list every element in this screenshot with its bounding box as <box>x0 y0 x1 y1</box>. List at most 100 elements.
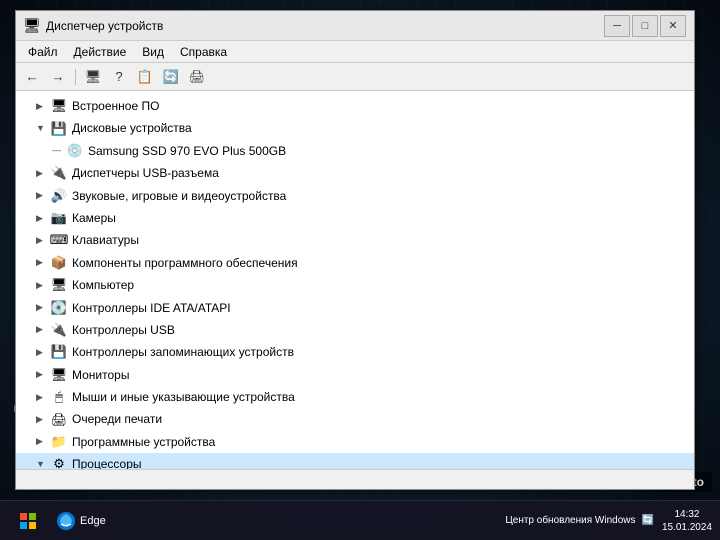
toolbar: ← → 🖥 ? 📋 🔄 🖨 <box>16 63 694 91</box>
clock-display: 14:32 15.01.2024 <box>662 508 712 534</box>
arrow-soft-devices: ▶ <box>36 434 50 449</box>
icon-soft-devices: 📁 <box>50 434 68 450</box>
menu-view[interactable]: Вид <box>134 43 172 61</box>
tree-item-computer[interactable]: ▶ 🖥 Компьютер <box>16 274 694 296</box>
tree-item-ssd[interactable]: — 💿 Samsung SSD 970 EVO Plus 500GB <box>16 140 694 162</box>
start-button[interactable] <box>8 504 48 538</box>
back-button[interactable]: ← <box>20 66 44 88</box>
toolbar-separator-1 <box>75 69 76 85</box>
menu-help[interactable]: Справка <box>172 43 235 61</box>
taskbar-edge[interactable]: Edge <box>48 504 114 538</box>
arrow-mice: ▶ <box>36 390 50 405</box>
menu-bar: Файл Действие Вид Справка <box>16 41 694 63</box>
icon-cameras: 📷 <box>50 210 68 226</box>
icon-usb-ctrl: 🔌 <box>50 322 68 338</box>
arrow-audio: ▶ <box>36 188 50 203</box>
tree-item-software[interactable]: ▶ 📦 Компоненты программного обеспечения <box>16 252 694 274</box>
tree-item-usb-hubs[interactable]: ▶ 🔌 Диспетчеры USB-разъема <box>16 162 694 184</box>
label-ide: Контроллеры IDE ATA/ATAPI <box>72 298 231 318</box>
status-bar <box>16 469 694 489</box>
maximize-button[interactable]: □ <box>632 15 658 37</box>
system-tray: Центр обновления Windows 🔄 14:32 15.01.2… <box>505 508 712 534</box>
label-disk: Дисковые устройства <box>72 118 192 138</box>
label-soft-devices: Программные устройства <box>72 432 215 452</box>
arrow-firmware: ▶ <box>36 99 50 114</box>
icon-print-queue: 🖨 <box>50 412 68 428</box>
icon-storage: 💾 <box>50 344 68 360</box>
tree-item-firmware[interactable]: ▶ 🖥 Встроенное ПО <box>16 95 694 117</box>
icon-computer: 🖥 <box>50 277 68 293</box>
arrow-usb-ctrl: ▶ <box>36 322 50 337</box>
print-button[interactable]: 🖨 <box>185 66 209 88</box>
window-icon: 🖥 <box>24 18 40 34</box>
arrow-monitors: ▶ <box>36 367 50 382</box>
arrow-software: ▶ <box>36 255 50 270</box>
tree-item-monitors[interactable]: ▶ 🖥 Мониторы <box>16 364 694 386</box>
arrow-ide: ▶ <box>36 300 50 315</box>
menu-file[interactable]: Файл <box>20 43 66 61</box>
menu-action[interactable]: Действие <box>66 43 135 61</box>
tree-item-ide[interactable]: ▶ 💽 Контроллеры IDE ATA/ATAPI <box>16 297 694 319</box>
arrow-keyboards: ▶ <box>36 233 50 248</box>
label-monitors: Мониторы <box>72 365 129 385</box>
arrow-ssd: — <box>52 143 66 158</box>
tree-item-cpu[interactable]: ▼ ⚙ Процессоры <box>16 453 694 469</box>
icon-firmware: 🖥 <box>50 98 68 114</box>
label-software: Компоненты программного обеспечения <box>72 253 298 273</box>
tree-item-soft-devices[interactable]: ▶ 📁 Программные устройства <box>16 431 694 453</box>
device-tree[interactable]: ▶ 🖥 Встроенное ПО ▼ 💾 Дисковые устройств… <box>16 91 694 469</box>
taskbar: Edge Центр обновления Windows 🔄 14:32 15… <box>0 500 720 540</box>
tree-item-audio[interactable]: ▶ 🔊 Звуковые, игровые и видеоустройства <box>16 185 694 207</box>
label-ssd: Samsung SSD 970 EVO Plus 500GB <box>88 141 286 161</box>
device-manager-window: 🖥 Диспетчер устройств ─ □ ✕ Файл Действи… <box>15 10 695 490</box>
arrow-storage: ▶ <box>36 345 50 360</box>
notification-center-label: Центр обновления Windows <box>505 515 635 526</box>
icon-monitors: 🖥 <box>50 367 68 383</box>
close-button[interactable]: ✕ <box>660 15 686 37</box>
label-audio: Звуковые, игровые и видеоустройства <box>72 186 286 206</box>
forward-button[interactable]: → <box>46 66 70 88</box>
icon-cpu: ⚙ <box>50 456 68 469</box>
icon-ssd: 💿 <box>66 143 84 159</box>
label-cpu: Процессоры <box>72 454 142 469</box>
label-usb-hubs: Диспетчеры USB-разъема <box>72 163 219 183</box>
arrow-cameras: ▶ <box>36 211 50 226</box>
title-bar: 🖥 Диспетчер устройств ─ □ ✕ <box>16 11 694 41</box>
tree-item-keyboards[interactable]: ▶ ⌨ Клавиатуры <box>16 229 694 251</box>
icon-keyboards: ⌨ <box>50 233 68 249</box>
desktop: 🖥 Диспетчер устройств ─ □ ✕ Файл Действи… <box>0 0 720 540</box>
window-controls: ─ □ ✕ <box>604 15 686 37</box>
icon-ide: 💽 <box>50 300 68 316</box>
arrow-print-queue: ▶ <box>36 412 50 427</box>
label-print-queue: Очереди печати <box>72 409 162 429</box>
scan-button[interactable]: 📋 <box>133 66 157 88</box>
clock-time: 14:32 <box>662 508 712 521</box>
icon-usb-hubs: 🔌 <box>50 165 68 181</box>
tree-item-print-queue[interactable]: ▶ 🖨 Очереди печати <box>16 408 694 430</box>
arrow-computer: ▶ <box>36 278 50 293</box>
windows-update-icon: 🔄 <box>641 515 653 526</box>
window-title: Диспетчер устройств <box>46 19 604 33</box>
icon-disk: 💾 <box>50 121 68 137</box>
label-storage: Контроллеры запоминающих устройств <box>72 342 294 362</box>
label-usb-ctrl: Контроллеры USB <box>72 320 175 340</box>
tree-item-usb-ctrl[interactable]: ▶ 🔌 Контроллеры USB <box>16 319 694 341</box>
arrow-cpu: ▼ <box>36 457 50 469</box>
label-keyboards: Клавиатуры <box>72 230 139 250</box>
minimize-button[interactable]: ─ <box>604 15 630 37</box>
refresh-button[interactable]: 🔄 <box>159 66 183 88</box>
label-firmware: Встроенное ПО <box>72 96 159 116</box>
tree-item-mice[interactable]: ▶ 🖱 Мыши и иные указывающие устройства <box>16 386 694 408</box>
icon-audio: 🔊 <box>50 188 68 204</box>
label-computer: Компьютер <box>72 275 134 295</box>
arrow-usb-hubs: ▶ <box>36 166 50 181</box>
tree-item-disk[interactable]: ▼ 💾 Дисковые устройства <box>16 117 694 139</box>
help-button[interactable]: ? <box>107 66 131 88</box>
label-mice: Мыши и иные указывающие устройства <box>72 387 295 407</box>
tree-item-storage[interactable]: ▶ 💾 Контроллеры запоминающих устройств <box>16 341 694 363</box>
tree-item-cameras[interactable]: ▶ 📷 Камеры <box>16 207 694 229</box>
properties-button[interactable]: 🖥 <box>81 66 105 88</box>
arrow-disk: ▼ <box>36 121 50 136</box>
label-cameras: Камеры <box>72 208 116 228</box>
icon-software: 📦 <box>50 255 68 271</box>
